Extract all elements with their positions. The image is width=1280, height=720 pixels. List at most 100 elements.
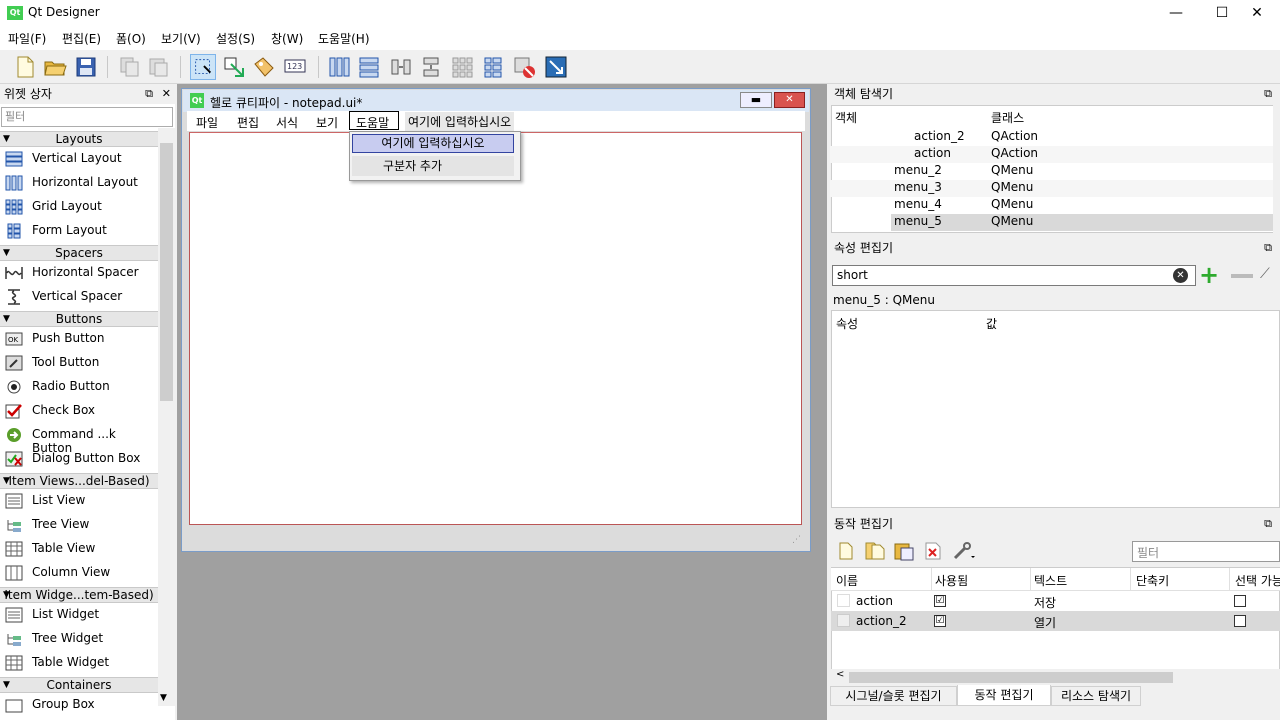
widget-tree-widget[interactable]: Tree Widget bbox=[0, 627, 158, 651]
object-tree-scrollbar[interactable] bbox=[1273, 105, 1280, 233]
hscroll-thumb[interactable] bbox=[849, 672, 1173, 683]
used-checkbox[interactable]: ☑ bbox=[934, 615, 946, 627]
category-containers[interactable]: ▼ Containers bbox=[0, 677, 158, 693]
paste-icon[interactable] bbox=[145, 54, 171, 80]
widget-form-layout[interactable]: Form Layout bbox=[0, 219, 158, 243]
action-filter-input[interactable]: 필터 bbox=[1132, 541, 1280, 562]
col-name[interactable]: 이름 bbox=[836, 572, 858, 589]
widget-list-widget[interactable]: List Widget bbox=[0, 603, 158, 627]
open-folder-icon[interactable] bbox=[42, 54, 68, 80]
action-table-hscrollbar[interactable]: < bbox=[831, 669, 1280, 686]
category-item-widgets[interactable]: ▼ Item Widge...tem-Based) bbox=[0, 587, 158, 603]
close-button[interactable]: ✕ bbox=[1234, 0, 1280, 26]
float-icon[interactable]: ⧉ bbox=[145, 84, 153, 104]
tree-row-selected[interactable]: menu_5 QMenu bbox=[891, 214, 1275, 231]
menu-file[interactable]: 파일(F) bbox=[8, 30, 46, 47]
new-action-icon[interactable] bbox=[838, 541, 854, 561]
save-icon[interactable] bbox=[73, 54, 99, 80]
configure-action-icon[interactable] bbox=[952, 541, 976, 561]
widget-group-box[interactable]: Group Box bbox=[0, 693, 158, 713]
tab-action-editor[interactable]: 동작 편집기 bbox=[957, 685, 1051, 706]
remove-property-icon[interactable] bbox=[1231, 274, 1253, 278]
widget-push-button[interactable]: OK Push Button bbox=[0, 327, 158, 351]
tree-row[interactable]: action_2 QAction bbox=[830, 129, 1275, 146]
widget-command-link-button[interactable]: Command ...k Button bbox=[0, 423, 158, 455]
edit-buddies-icon[interactable] bbox=[251, 54, 277, 80]
new-file-icon[interactable] bbox=[12, 54, 38, 80]
layout-grid-icon[interactable] bbox=[449, 54, 475, 80]
float-icon[interactable]: ⧉ bbox=[1264, 514, 1272, 534]
widget-tool-button[interactable]: Tool Button bbox=[0, 351, 158, 375]
col-checkable[interactable]: 선택 가능 bbox=[1235, 572, 1280, 589]
form-canvas[interactable] bbox=[189, 132, 802, 525]
used-checkbox[interactable]: ☑ bbox=[934, 595, 946, 607]
tree-row[interactable]: menu_3 QMenu bbox=[830, 180, 1275, 197]
menu-view[interactable]: 보기(V) bbox=[161, 30, 201, 47]
clear-filter-icon[interactable]: ✕ bbox=[1173, 268, 1188, 283]
category-item-views[interactable]: ▼ Item Views...del-Based) bbox=[0, 473, 158, 489]
widget-box-scroll-thumb[interactable] bbox=[160, 143, 173, 401]
scroll-left-icon[interactable]: < bbox=[836, 669, 844, 680]
layout-vertical-icon[interactable] bbox=[356, 54, 382, 80]
checkable-checkbox[interactable] bbox=[1234, 595, 1246, 607]
edit-tab-order-icon[interactable]: 123 bbox=[282, 54, 308, 80]
edit-signals-icon[interactable] bbox=[221, 54, 247, 80]
paste-action-icon[interactable] bbox=[893, 541, 915, 561]
layout-splitter-vertical-icon[interactable] bbox=[418, 54, 444, 80]
menu-settings[interactable]: 설정(S) bbox=[216, 30, 255, 47]
property-filter-input[interactable]: short bbox=[832, 265, 1196, 286]
form-menu-format[interactable]: 서식 bbox=[276, 114, 298, 131]
tree-row[interactable]: menu_2 QMenu bbox=[830, 163, 1275, 180]
tab-signal-slot-editor[interactable]: 시그널/슬롯 편집기 bbox=[830, 686, 957, 706]
widget-vertical-spacer[interactable]: Vertical Spacer bbox=[0, 285, 158, 309]
form-menu-help[interactable]: 도움말 bbox=[349, 111, 399, 130]
widget-vertical-layout[interactable]: Vertical Layout bbox=[0, 147, 158, 171]
size-grip-icon[interactable]: ⋰ bbox=[792, 535, 801, 545]
delete-action-icon[interactable] bbox=[924, 541, 942, 561]
popup-add-separator[interactable]: 구분자 추가 bbox=[352, 156, 514, 176]
widget-check-box[interactable]: Check Box bbox=[0, 399, 158, 423]
menu-form[interactable]: 폼(O) bbox=[116, 30, 146, 47]
popup-type-here[interactable]: 여기에 입력하십시오 bbox=[352, 134, 514, 153]
tree-row[interactable]: action QAction bbox=[830, 146, 1275, 163]
minimize-button[interactable]: — bbox=[1153, 0, 1199, 26]
float-icon[interactable]: ⧉ bbox=[1264, 238, 1272, 258]
menu-window[interactable]: 창(W) bbox=[271, 30, 303, 47]
checkable-checkbox[interactable] bbox=[1234, 615, 1246, 627]
edit-widgets-icon[interactable] bbox=[190, 54, 216, 80]
table-row[interactable]: action ☑ 저장 bbox=[831, 591, 1280, 611]
scroll-down-icon[interactable]: ▼ bbox=[160, 693, 167, 703]
col-used[interactable]: 사용됨 bbox=[935, 572, 968, 589]
layout-splitter-horizontal-icon[interactable] bbox=[388, 54, 414, 80]
break-layout-icon[interactable] bbox=[511, 54, 537, 80]
tab-resource-browser[interactable]: 리소스 탐색기 bbox=[1051, 686, 1141, 706]
table-row-selected[interactable]: action_2 ☑ 열기 bbox=[831, 611, 1280, 631]
category-spacers[interactable]: ▼ Spacers bbox=[0, 245, 158, 261]
col-shortcut[interactable]: 단축키 bbox=[1136, 572, 1169, 589]
menu-edit[interactable]: 편집(E) bbox=[62, 30, 101, 47]
widget-radio-button[interactable]: Radio Button bbox=[0, 375, 158, 399]
menu-help[interactable]: 도움말(H) bbox=[318, 30, 370, 47]
tree-row[interactable]: menu_4 QMenu bbox=[830, 197, 1275, 214]
form-menu-file[interactable]: 파일 bbox=[196, 114, 218, 131]
col-text[interactable]: 텍스트 bbox=[1034, 572, 1067, 589]
layout-form-icon[interactable] bbox=[480, 54, 506, 80]
copy-action-icon[interactable] bbox=[864, 541, 886, 561]
layout-horizontal-icon[interactable] bbox=[326, 54, 352, 80]
widget-horizontal-spacer[interactable]: Horizontal Spacer bbox=[0, 261, 158, 285]
widget-table-view[interactable]: Table View bbox=[0, 537, 158, 561]
widget-list-view[interactable]: List View bbox=[0, 489, 158, 513]
form-menu-view[interactable]: 보기 bbox=[316, 114, 338, 131]
float-icon[interactable]: ⧉ bbox=[1264, 84, 1272, 104]
form-menu-edit[interactable]: 편집 bbox=[237, 114, 259, 131]
configure-icon[interactable]: ⟋ bbox=[1260, 266, 1270, 282]
widget-column-view[interactable]: Column View bbox=[0, 561, 158, 585]
widget-tree-view[interactable]: Tree View bbox=[0, 513, 158, 537]
adjust-size-icon[interactable] bbox=[543, 54, 569, 80]
form-close-button[interactable]: ✕ bbox=[774, 92, 805, 108]
category-buttons[interactable]: ▼ Buttons bbox=[0, 311, 158, 327]
widget-horizontal-layout[interactable]: Horizontal Layout bbox=[0, 171, 158, 195]
widget-dialog-button-box[interactable]: Dialog Button Box bbox=[0, 447, 158, 471]
copy-icon[interactable] bbox=[117, 54, 143, 80]
form-menu-type-here[interactable]: 여기에 입력하십시오 bbox=[405, 112, 515, 131]
